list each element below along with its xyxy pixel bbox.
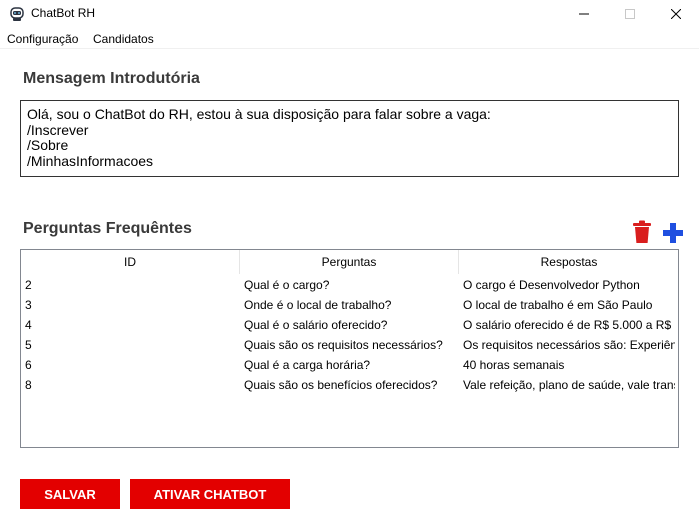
minimize-icon — [579, 13, 589, 15]
cell-resposta: O local de trabalho é em São Paulo — [463, 298, 653, 312]
cell-pergunta: Qual é o salário oferecido? — [244, 318, 388, 332]
cell-id: 2 — [25, 278, 32, 292]
cell-pergunta: Quais são os benefícios oferecidos? — [244, 378, 438, 392]
table-row[interactable]: 2 Qual é o cargo? O cargo é Desenvolvedor … — [21, 275, 678, 295]
menu-bar: Configuração Candidatos — [0, 29, 699, 49]
cell-resposta: Os requisitos necessários são: Experiênc… — [463, 338, 675, 352]
cell-resposta: Vale refeição, plano de saúde, vale tran… — [463, 378, 675, 392]
table-header: ID Perguntas Respostas — [21, 250, 678, 274]
close-icon — [671, 9, 681, 19]
table-row[interactable]: 5 Quais são os requisitos necessários? Os … — [21, 335, 678, 355]
intro-section-title: Mensagem Introdutória — [23, 70, 200, 87]
column-header-perguntas[interactable]: Perguntas — [240, 250, 459, 274]
cell-id: 4 — [25, 318, 32, 332]
column-header-id[interactable]: ID — [21, 250, 240, 274]
table-row[interactable]: 6 Qual é a carga horária? 40 horas semanai… — [21, 355, 678, 375]
title-bar: ChatBot RH — [0, 0, 699, 28]
intro-message-textarea[interactable]: Olá, sou o ChatBot do RH, estou à sua di… — [20, 100, 679, 177]
cell-resposta: 40 horas semanais — [463, 358, 565, 372]
cell-id: 5 — [25, 338, 32, 352]
maximize-icon — [625, 9, 635, 19]
table-row[interactable]: 8 Quais são os benefícios oferecidos? Vale… — [21, 375, 678, 395]
cell-resposta: O salário oferecido é de R$ 5.000 a R$ 7… — [463, 318, 675, 332]
column-header-respostas[interactable]: Respostas — [459, 250, 678, 274]
close-button[interactable] — [653, 0, 699, 28]
cell-id: 3 — [25, 298, 32, 312]
save-button[interactable]: SALVAR — [20, 479, 120, 509]
menu-configuracao[interactable]: Configuração — [7, 32, 78, 46]
menu-candidatos[interactable]: Candidatos — [93, 32, 154, 46]
cell-pergunta: Qual é o cargo? — [244, 278, 330, 292]
cell-pergunta: Onde é o local de trabalho? — [244, 298, 392, 312]
cell-id: 6 — [25, 358, 32, 372]
cell-id: 8 — [25, 378, 32, 392]
maximize-button[interactable] — [607, 0, 653, 28]
cell-resposta: O cargo é Desenvolvedor Python — [463, 278, 640, 292]
cell-pergunta: Quais são os requisitos necessários? — [244, 338, 443, 352]
faq-section-title: Perguntas Frequêntes — [23, 220, 192, 237]
window-title: ChatBot RH — [31, 6, 96, 20]
table-row[interactable]: 4 Qual é o salário oferecido? O salário of… — [21, 315, 678, 335]
cell-pergunta: Qual é a carga horária? — [244, 358, 371, 372]
trash-icon[interactable] — [632, 220, 652, 244]
plus-icon[interactable] — [662, 222, 684, 244]
activate-chatbot-button[interactable]: ATIVAR CHATBOT — [130, 479, 290, 509]
table-row[interactable]: 3 Onde é o local de trabalho? O local de t… — [21, 295, 678, 315]
robot-icon — [10, 7, 24, 21]
faq-table[interactable]: ID Perguntas Respostas 2 Qual é o cargo? O… — [20, 249, 679, 448]
minimize-button[interactable] — [561, 0, 607, 28]
